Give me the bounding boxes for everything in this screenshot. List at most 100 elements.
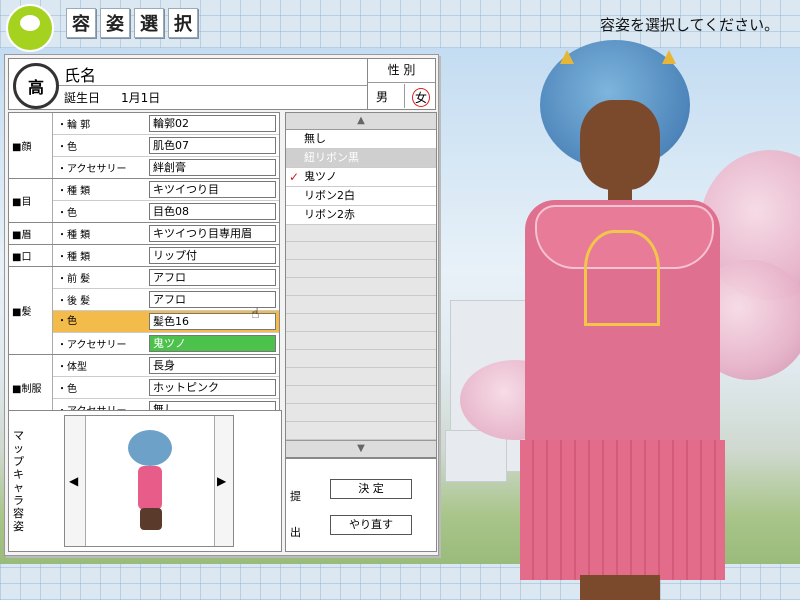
list-item: 紐リボン黒	[286, 149, 436, 168]
attr-label: ・種 類	[57, 252, 91, 263]
attr-label: ・種 類	[57, 186, 91, 197]
character-face	[580, 100, 660, 190]
attr-label: ・種 類	[57, 230, 91, 241]
map-character-frame: ◀ ▶	[64, 415, 234, 547]
attr-value[interactable]: キツイつり目	[149, 181, 276, 198]
attr-row-eye-type[interactable]: ・種 類 キツイつり目	[53, 179, 279, 201]
attr-row-hair-accessory[interactable]: ・アクセサリー 鬼ツノ	[53, 333, 279, 354]
sex-title: 性 別	[368, 62, 435, 83]
group-eyes: ■目 ・種 類 キツイつり目 ・色 目色08	[8, 178, 280, 222]
sprite-body	[138, 466, 162, 510]
list-item-label: 紐リボン黒	[304, 151, 359, 164]
pointer-hand-icon: ☝	[251, 306, 260, 322]
sex-option-male[interactable]: 男	[376, 88, 388, 105]
sex-box: 性 別 男 女	[367, 58, 436, 110]
prev-arrow-icon[interactable]: ◀	[69, 474, 78, 488]
next-arrow-icon[interactable]: ▶	[217, 474, 226, 488]
map-character-sprite	[85, 416, 215, 546]
list-item-label: 無し	[304, 132, 326, 145]
title-char: 択	[168, 8, 198, 38]
birthday-label: 誕生日	[64, 91, 101, 105]
list-item-label: リボン2白	[304, 189, 355, 202]
group-label: ■髪	[9, 267, 53, 354]
attr-row-contour[interactable]: ・輪 郭 輪郭02	[53, 113, 279, 135]
title-char: 容	[66, 8, 96, 38]
character-portrait	[520, 40, 800, 600]
attr-label: ・体型	[57, 362, 87, 373]
attr-row-uniform-color[interactable]: ・色 ホットピンク	[53, 377, 279, 399]
decide-button[interactable]: 決 定	[330, 479, 412, 499]
attribute-table: ■顔 ・輪 郭輪郭02 ・色 肌色07 ・アクセサリー 絆創膏 ■目 ・種 類キツイ…	[8, 112, 280, 421]
attr-row-eye-color[interactable]: ・色 目色08	[53, 201, 279, 222]
group-label: ■目	[9, 179, 53, 222]
attr-row-face-accessory[interactable]: ・アクセサリー 絆創膏	[53, 157, 279, 178]
attr-value[interactable]: 輪郭02	[149, 115, 276, 132]
name-label: 氏名	[64, 66, 97, 85]
uniform-skirt	[520, 440, 725, 580]
attr-row-brow-type[interactable]: ・種 類 キツイつり目専用眉	[53, 223, 279, 244]
title-char: 選	[134, 8, 164, 38]
checkmark-icon: ✓	[289, 170, 300, 184]
character-legs	[580, 575, 660, 600]
birthday-value: 1月1日	[121, 91, 161, 105]
group-mouth: ■口 ・種 類 リップ付	[8, 244, 280, 266]
attr-label: ・アクセサリー	[57, 340, 127, 351]
group-brows: ■眉 ・種 類 キツイつり目専用眉	[8, 222, 280, 244]
group-label: ■口	[9, 245, 53, 266]
attr-value[interactable]: 長身	[149, 357, 276, 374]
uniform-ribbon	[584, 230, 660, 326]
group-label: ■眉	[9, 223, 53, 244]
list-item[interactable]: リボン2赤	[286, 206, 436, 225]
list-item[interactable]: リボン2白	[286, 187, 436, 206]
attr-value[interactable]: キツイつり目専用眉	[149, 225, 276, 242]
attr-row-hair-color[interactable]: ・色 髪色16	[53, 311, 279, 333]
list-item-selected[interactable]: ✓ 鬼ツノ	[286, 168, 436, 187]
attr-value[interactable]: リップ付	[149, 247, 276, 264]
map-character-box: マップキャラ容姿 ◀ ▶	[8, 410, 282, 552]
attr-row-front-hair[interactable]: ・前 髪 アフロ	[53, 267, 279, 289]
group-label: ■顔	[9, 113, 53, 178]
attr-value[interactable]: アフロ	[149, 269, 276, 286]
attr-label: ・色	[53, 311, 149, 332]
redo-button[interactable]: やり直す	[330, 515, 412, 535]
sprite-legs	[140, 508, 162, 530]
attr-value[interactable]: ホットピンク	[149, 379, 276, 396]
sex-option-female[interactable]: 女	[412, 88, 431, 107]
list-item[interactable]: 無し	[286, 130, 436, 149]
attr-row-body-type[interactable]: ・体型 長身	[53, 355, 279, 377]
instruction-text: 容姿を選択してください。	[600, 16, 780, 34]
option-list: 無し 紐リボン黒 ✓ 鬼ツノ リボン2白 リボン2赤	[286, 130, 436, 440]
appearance-panel: 高 氏名 誕生日 1月1日 性 別 男 女 ■顔 ・輪 郭 輪郭02 ・色 肌色07…	[4, 54, 439, 556]
attr-value[interactable]: 鬼ツノ	[149, 335, 276, 352]
sex-divider	[404, 84, 405, 108]
mascot-icon	[6, 4, 54, 52]
attr-label: ・前 髪	[57, 274, 91, 285]
attr-label: ・後 髪	[57, 296, 91, 307]
profile-box: 高 氏名 誕生日 1月1日	[8, 58, 371, 110]
option-list-pane: ▲ 無し 紐リボン黒 ✓ 鬼ツノ リボン2白 リボン2赤 ▼	[285, 112, 437, 458]
attr-label: ・色	[57, 384, 77, 395]
horn-accessory	[662, 50, 676, 64]
title-char: 姿	[100, 8, 130, 38]
attr-value[interactable]: 絆創膏	[149, 159, 276, 176]
school-emblem-icon: 高	[13, 63, 59, 109]
submit-label: 提出	[290, 490, 301, 539]
group-hair: ■髪 ・前 髪 アフロ ・後 髪アフロ ・色 髪色16 ・アクセサリー 鬼ツノ	[8, 266, 280, 354]
attr-label: ・色	[57, 208, 77, 219]
screen-title: 容 姿 選 択	[66, 8, 198, 38]
submit-box: 提出 決 定 やり直す	[285, 458, 437, 552]
attr-value[interactable]: 肌色07	[149, 137, 276, 154]
attr-label: ・色	[57, 142, 77, 153]
attr-value[interactable]: 目色08	[149, 203, 276, 220]
scroll-down-arrow-icon[interactable]: ▼	[286, 440, 436, 457]
attr-row-mouth-type[interactable]: ・種 類 リップ付	[53, 245, 279, 266]
list-item-label: 鬼ツノ	[304, 170, 337, 183]
attr-label: ・輪 郭	[57, 120, 91, 131]
attr-row-back-hair[interactable]: ・後 髪アフロ	[53, 289, 279, 311]
attr-row-skin-color[interactable]: ・色 肌色07	[53, 135, 279, 157]
map-character-label: マップキャラ容姿	[13, 429, 24, 533]
horn-accessory	[560, 50, 574, 64]
scroll-up-arrow-icon[interactable]: ▲	[286, 113, 436, 130]
list-item-label: リボン2赤	[304, 208, 355, 221]
group-face: ■顔 ・輪 郭 輪郭02 ・色 肌色07 ・アクセサリー 絆創膏	[8, 112, 280, 178]
